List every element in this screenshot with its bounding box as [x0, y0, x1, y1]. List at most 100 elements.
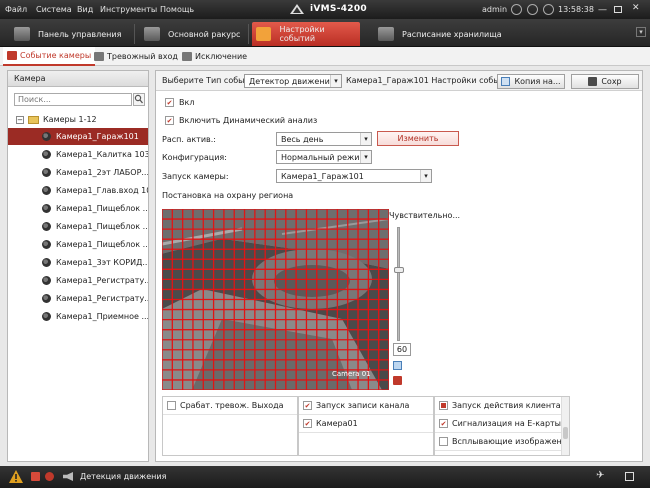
sensitivity-value[interactable]: 60	[393, 343, 411, 356]
client-action-checkbox[interactable]	[439, 401, 448, 410]
folder-icon	[28, 115, 39, 124]
camera-value: Камера1_Гараж101	[281, 172, 364, 181]
video-overlay-text: Camera 01	[332, 370, 371, 378]
collapse-icon[interactable]: −	[16, 115, 24, 124]
camera-list-item[interactable]: Камера1_Регистрату...	[8, 290, 148, 307]
tab-label: Панель управления	[38, 29, 122, 39]
tab-event-settings[interactable]: Настройки событий	[252, 22, 360, 46]
menu-view[interactable]: Вид	[77, 5, 93, 14]
scrollbar-thumb[interactable]	[563, 427, 568, 439]
tab-alarm-input[interactable]: Тревожный вход	[90, 47, 182, 66]
record-channel-header[interactable]: Запуск записи канала	[299, 397, 433, 415]
tab-exception[interactable]: Исключение	[178, 47, 251, 66]
list-item[interactable]: Сигнализация на E-карты	[435, 415, 569, 433]
scrollbar[interactable]	[561, 397, 569, 455]
motion-grid[interactable]	[162, 209, 389, 390]
camera-label: Запуск камеры:	[162, 172, 229, 181]
save-icon	[588, 77, 598, 86]
camera-list-item[interactable]: Камера1_Приемное ...	[8, 308, 148, 325]
menu-help[interactable]: Помощь	[160, 5, 194, 14]
camera-event-icon	[7, 51, 17, 60]
motion-region-video[interactable]: Camera 01	[162, 209, 389, 390]
camera-list-item[interactable]: Камера1_Калитка 103	[8, 146, 148, 163]
record-channel-checkbox[interactable]	[303, 401, 312, 410]
config-select[interactable]: Нормальный режим ▾	[276, 150, 372, 164]
main-view-icon	[144, 27, 160, 41]
search-input[interactable]	[14, 93, 132, 106]
storage-schedule-icon	[378, 27, 394, 41]
copy-to-button[interactable]: Копия на...	[497, 74, 565, 89]
camera-icon	[42, 294, 51, 303]
camera-select[interactable]: Камера1_Гараж101 ▾	[276, 169, 432, 183]
camera-label: Камера1_Пищеблок ...	[56, 204, 148, 213]
schedule-select[interactable]: Весь день ▾	[276, 132, 372, 146]
camera01-label: Камера01	[316, 419, 358, 428]
exception-icon	[182, 52, 192, 61]
draw-region-icon[interactable]	[393, 361, 402, 370]
edit-schedule-button[interactable]: Изменить	[377, 131, 459, 146]
record-icon[interactable]	[45, 472, 54, 481]
camera-list-item[interactable]: Камера1_Пищеблок ...	[8, 200, 148, 217]
list-item[interactable]: Всплывающие изображен...	[435, 433, 569, 451]
camera-list-item[interactable]: Камера1_3эт КОРИД...	[8, 254, 148, 271]
camera-icon	[42, 204, 51, 213]
camera-icon	[42, 312, 51, 321]
sensitivity-slider[interactable]	[397, 227, 400, 341]
divider	[134, 24, 135, 44]
camera01-checkbox[interactable]	[303, 419, 312, 428]
camera-label: Камера1_Калитка 103	[56, 150, 148, 159]
camera-icon	[42, 240, 51, 249]
close-icon[interactable]: ✕	[632, 3, 640, 13]
save-button[interactable]: Сохр	[571, 74, 639, 89]
camera-list-item[interactable]: Камера1_Пищеблок ...	[8, 236, 148, 253]
dynamic-analysis-label: Включить Динамический анализ	[179, 116, 318, 125]
lock-icon[interactable]	[511, 4, 522, 15]
alarm-output-list: Срабат. тревож. Выхода	[162, 396, 298, 456]
record-channel-list: Запуск записи канала Камера01	[298, 396, 434, 456]
fullscreen-icon[interactable]	[625, 472, 634, 481]
camera-list-item[interactable]: Камера1_Регистрату...	[8, 272, 148, 289]
camera-list-item[interactable]: Камера1_Глав.вход 105	[8, 182, 148, 199]
tab-control-panel[interactable]: Панель управления	[10, 22, 130, 46]
schedule-label: Расп. актив.:	[162, 135, 216, 144]
popup-image-checkbox[interactable]	[439, 437, 448, 446]
camera-label: Камера1_Глав.вход 105	[56, 186, 148, 195]
tab-overflow-icon[interactable]: ▾	[636, 27, 646, 37]
alarm-icon[interactable]	[31, 472, 40, 481]
search-icon[interactable]	[133, 93, 145, 106]
tab-label: Тревожный вход	[107, 52, 178, 61]
camera-list-item[interactable]: Камера1_Пищеблок ...	[8, 218, 148, 235]
alarm-output-checkbox[interactable]	[167, 401, 176, 410]
enable-checkbox[interactable]	[165, 98, 174, 107]
alarm-output-item[interactable]: Срабат. тревож. Выхода	[163, 397, 297, 415]
tab-camera-event[interactable]: Событие камеры	[3, 47, 96, 66]
control-panel-icon	[14, 27, 30, 41]
record-channel-label: Запуск записи канала	[316, 401, 410, 410]
dynamic-analysis-checkbox[interactable]	[165, 116, 174, 125]
sensitivity-slider-handle[interactable]	[394, 267, 404, 273]
event-type-select[interactable]: Детектор движения ▾	[244, 74, 342, 88]
menu-tools[interactable]: Инструменты	[100, 5, 157, 14]
tab-storage-schedule[interactable]: Расписание хранилища	[374, 22, 504, 46]
network-icon[interactable]	[527, 4, 538, 15]
alarm-output-label: Срабат. тревож. Выхода	[180, 401, 284, 410]
client-action-label: Запуск действия клиента	[452, 401, 561, 410]
pin-icon[interactable]: ✈	[596, 470, 604, 481]
clear-region-icon[interactable]	[393, 376, 402, 385]
sound-icon[interactable]	[63, 472, 73, 481]
menu-file[interactable]: Файл	[5, 5, 27, 14]
camera-group[interactable]: − Камеры 1-12	[8, 111, 148, 128]
maximize-icon[interactable]	[614, 6, 622, 13]
minimize-icon[interactable]: —	[598, 5, 607, 15]
camera-label: Камера1_Приемное ...	[56, 312, 148, 321]
tab-main-view[interactable]: Основной ракурс	[140, 22, 244, 46]
emap-alarm-checkbox[interactable]	[439, 419, 448, 428]
warning-icon[interactable]	[9, 470, 23, 483]
camera-list-item[interactable]: Камера1_2эт ЛАБОР...	[8, 164, 148, 181]
app-logo-icon	[290, 4, 304, 14]
camera-list-item[interactable]: Камера1_Гараж101	[8, 128, 148, 145]
list-item[interactable]: Камера01	[299, 415, 433, 433]
menu-system[interactable]: Система	[36, 5, 72, 14]
camera-icon	[42, 168, 51, 177]
client-action-header[interactable]: Запуск действия клиента	[435, 397, 569, 415]
